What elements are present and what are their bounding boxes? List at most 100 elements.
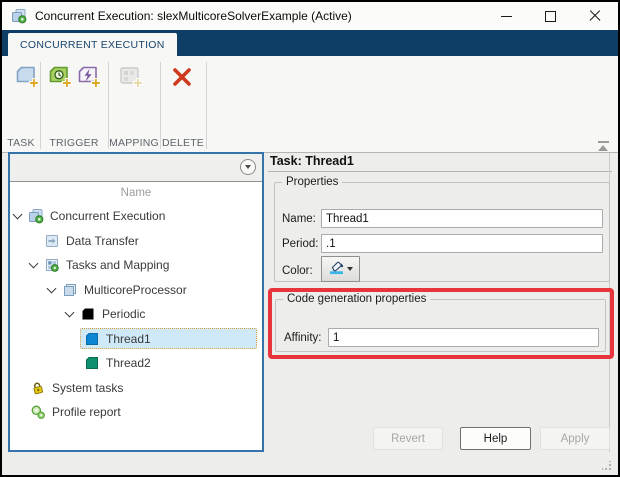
task-panel-title: Task: Thread1 xyxy=(270,154,354,168)
tree-column-header-name: Name xyxy=(10,182,262,204)
concurrent-execution-window: Concurrent Execution: slexMulticoreSolve… xyxy=(0,0,620,477)
periodic-icon xyxy=(80,306,96,322)
toolbar-group-label-task: TASK xyxy=(7,137,35,149)
toolbar-separator xyxy=(40,62,41,149)
tree-row-body: System tasks xyxy=(26,377,257,398)
tab-concurrent-execution[interactable]: CONCURRENT EXECUTION xyxy=(8,33,177,56)
tree-item-label: MulticoreProcessor xyxy=(84,282,187,297)
properties-legend: Properties xyxy=(286,176,339,188)
name-label: Name: xyxy=(282,213,316,225)
tree-item-tasks-and-mapping[interactable]: Tasks and Mapping xyxy=(10,253,262,278)
tree-rows: Concurrent Execution Data Transfer Tasks a… xyxy=(10,204,262,450)
help-button[interactable]: Help xyxy=(460,427,531,450)
add-mapping-button[interactable] xyxy=(115,64,145,94)
minimize-icon xyxy=(500,15,512,17)
tree-item-label: Thread2 xyxy=(106,356,151,371)
tree-filter-dropdown-button[interactable] xyxy=(240,159,256,175)
add-event-trigger-button[interactable] xyxy=(73,64,103,94)
tree-item-label: Periodic xyxy=(102,307,146,322)
close-icon xyxy=(589,10,601,22)
multicore-processor-icon xyxy=(62,282,78,298)
ribbon-tab-strip: CONCURRENT EXECUTION xyxy=(2,30,618,56)
maximize-button[interactable] xyxy=(532,2,568,30)
name-field[interactable] xyxy=(321,209,603,228)
profile-report-icon xyxy=(30,404,46,420)
toolbar-group-label-mapping: MAPPING xyxy=(109,137,159,149)
tree-row-body: Concurrent Execution xyxy=(24,206,257,227)
toolbar-group-label-delete: DELETE xyxy=(161,137,205,149)
concurrent-execution-icon xyxy=(28,208,44,224)
add-task-button[interactable] xyxy=(11,64,41,94)
collapse-toolstrip-button[interactable] xyxy=(597,140,611,152)
maximize-icon xyxy=(544,10,556,22)
expand-arrow-icon[interactable] xyxy=(62,307,76,321)
expand-arrow-icon[interactable] xyxy=(26,258,40,272)
expand-arrow-icon[interactable] xyxy=(44,283,58,297)
arrow-spacer xyxy=(26,234,40,248)
trigger-event-add-icon xyxy=(75,64,101,95)
toolbar-separator xyxy=(206,62,207,149)
tree-row-body: MulticoreProcessor xyxy=(58,279,257,300)
apply-button[interactable]: Apply xyxy=(540,427,610,450)
thread-blue-icon xyxy=(84,331,100,347)
tree-item-profile-report[interactable]: Profile report xyxy=(10,400,262,425)
code-generation-legend: Code generation properties xyxy=(287,293,427,305)
tree-item-system-tasks[interactable]: System tasks xyxy=(10,376,262,401)
system-tasks-icon xyxy=(30,380,46,396)
tree-item-multicoreprocessor[interactable]: MulticoreProcessor xyxy=(10,278,262,303)
color-label: Color: xyxy=(282,265,313,277)
toolbar-separator xyxy=(160,62,161,149)
code-generation-group: Code generation properties Affinity: xyxy=(275,293,606,352)
tree-item-label: Tasks and Mapping xyxy=(66,258,170,273)
period-field[interactable] xyxy=(321,234,603,253)
selected-row-highlight: Thread1 xyxy=(80,328,257,350)
toolbar-separator xyxy=(108,62,109,149)
data-transfer-icon xyxy=(44,233,60,249)
delete-icon xyxy=(169,64,195,95)
add-periodic-trigger-button[interactable] xyxy=(44,64,74,94)
tree-row-body: Thread2 xyxy=(80,353,257,374)
toolbar-group-label-trigger: TRIGGER xyxy=(49,137,99,149)
expand-arrow-icon[interactable] xyxy=(10,209,24,223)
tree-row-body: Data Transfer xyxy=(40,230,257,251)
period-label: Period: xyxy=(282,238,319,250)
panel-title-divider xyxy=(268,171,612,172)
chevron-down-icon xyxy=(245,165,251,169)
tree-item-thread2[interactable]: Thread2 xyxy=(10,351,262,376)
resize-grip[interactable] xyxy=(602,461,611,470)
task-add-icon xyxy=(13,64,39,95)
tree-item-thread1[interactable]: Thread1 xyxy=(10,327,262,352)
tree-item-periodic[interactable]: Periodic xyxy=(10,302,262,327)
color-picker-button[interactable] xyxy=(321,256,360,282)
thread-green-icon xyxy=(84,355,100,371)
tree-item-concurrent-execution[interactable]: Concurrent Execution xyxy=(10,204,262,229)
affinity-field[interactable] xyxy=(328,328,599,347)
tree-row-body: Tasks and Mapping xyxy=(40,255,257,276)
tree-item-label: Data Transfer xyxy=(66,233,139,248)
dropdown-caret-icon xyxy=(347,267,353,271)
title-bar: Concurrent Execution: slexMulticoreSolve… xyxy=(2,2,618,30)
tree-item-data-transfer[interactable]: Data Transfer xyxy=(10,229,262,254)
mapping-add-icon xyxy=(117,64,143,95)
toolstrip: TASK TRIGGER MAPPING DELETE xyxy=(2,56,618,152)
tree-item-label: Concurrent Execution xyxy=(50,209,166,224)
collapse-bar-icon xyxy=(598,141,609,143)
properties-group: Properties Name: Period: Color: xyxy=(274,176,610,282)
collapse-triangle-icon xyxy=(598,145,608,151)
tree-row-body: Periodic xyxy=(76,304,257,325)
affinity-label: Affinity: xyxy=(284,332,322,344)
close-button[interactable] xyxy=(577,2,613,30)
tree-item-label: System tasks xyxy=(52,380,124,395)
tasks-mapping-icon xyxy=(44,257,60,273)
delete-button[interactable] xyxy=(167,64,197,94)
tree-filter-row xyxy=(10,154,262,182)
revert-button[interactable]: Revert xyxy=(373,427,443,450)
tree-row-body: Profile report xyxy=(26,402,257,423)
minimize-button[interactable] xyxy=(488,2,524,30)
app-icon xyxy=(11,8,27,24)
window-title: Concurrent Execution: slexMulticoreSolve… xyxy=(35,9,352,23)
model-hierarchy-panel: Name Concurrent Execution Data Transfer Ta… xyxy=(8,152,264,452)
trigger-clock-add-icon xyxy=(46,64,72,95)
paint-bucket-icon xyxy=(328,259,345,280)
tree-item-label: Thread1 xyxy=(106,331,151,346)
